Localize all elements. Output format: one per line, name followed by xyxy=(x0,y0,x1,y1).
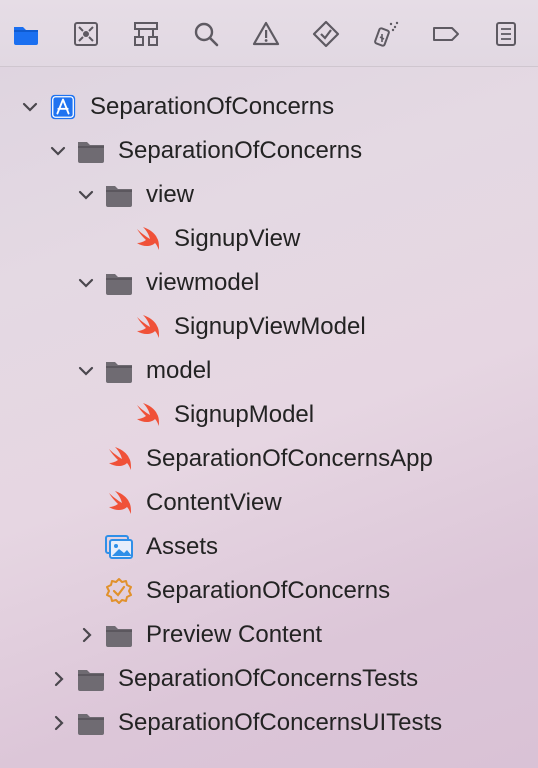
folder-icon[interactable] xyxy=(9,17,43,51)
tree-row-file-signup-model[interactable]: SignupModel xyxy=(0,395,538,435)
tree-row-folder-view[interactable]: view xyxy=(0,175,538,215)
folder-icon xyxy=(75,136,107,166)
swift-file-icon xyxy=(132,224,164,254)
tree-row-project[interactable]: SeparationOfConcerns xyxy=(0,87,538,127)
swift-file-icon xyxy=(104,488,136,518)
tree-label: SeparationOfConcernsApp xyxy=(146,445,433,472)
chevron-right-icon[interactable] xyxy=(77,625,97,645)
chevron-down-icon[interactable] xyxy=(76,273,96,293)
tree-label: SignupViewModel xyxy=(174,313,366,340)
symbol-hierarchy-icon[interactable] xyxy=(129,17,163,51)
tree-label: SignupView xyxy=(174,225,301,252)
source-control-icon[interactable] xyxy=(69,17,103,51)
chevron-down-icon[interactable] xyxy=(76,185,96,205)
warning-icon[interactable] xyxy=(249,17,283,51)
test-diamond-icon[interactable] xyxy=(309,17,343,51)
chevron-right-icon[interactable] xyxy=(49,669,69,689)
chevron-down-icon[interactable] xyxy=(48,141,68,161)
tree-label: model xyxy=(146,357,212,384)
tree-label: SeparationOfConcernsTests xyxy=(118,665,419,692)
entitlements-seal-icon xyxy=(103,576,135,606)
tree-row-file-signup-view[interactable]: SignupView xyxy=(0,219,538,259)
folder-icon xyxy=(103,356,135,386)
tree-row-file-assets[interactable]: Assets xyxy=(0,527,538,567)
xcode-project-icon xyxy=(47,92,79,122)
folder-icon xyxy=(103,180,135,210)
swift-file-icon xyxy=(132,400,164,430)
swift-file-icon xyxy=(104,444,136,474)
tree-label: SeparationOfConcerns xyxy=(146,577,391,604)
tree-row-file-entitlements[interactable]: SeparationOfConcerns xyxy=(0,571,538,611)
search-icon[interactable] xyxy=(189,17,223,51)
tree-label: ContentView xyxy=(146,489,282,516)
chevron-down-icon[interactable] xyxy=(76,361,96,381)
tree-label: view xyxy=(146,181,195,208)
tree-label: SeparationOfConcerns xyxy=(118,137,363,164)
tree-row-group-ui-tests[interactable]: SeparationOfConcernsUITests xyxy=(0,703,538,743)
tree-row-file-app[interactable]: SeparationOfConcernsApp xyxy=(0,439,538,479)
tree-row-folder-model[interactable]: model xyxy=(0,351,538,391)
breakpoint-tag-icon[interactable] xyxy=(429,17,463,51)
folder-icon xyxy=(103,620,135,650)
tree-row-file-signup-view-model[interactable]: SignupViewModel xyxy=(0,307,538,347)
chevron-down-icon[interactable] xyxy=(20,97,40,117)
tree-label: viewmodel xyxy=(146,269,260,296)
chevron-right-icon[interactable] xyxy=(49,713,69,733)
tree-label: Preview Content xyxy=(146,621,323,648)
folder-icon xyxy=(103,268,135,298)
folder-icon xyxy=(75,664,107,694)
tree-label: SignupModel xyxy=(174,401,315,428)
folder-icon xyxy=(75,708,107,738)
tree-row-group-tests[interactable]: SeparationOfConcernsTests xyxy=(0,659,538,699)
tree-row-folder-preview[interactable]: Preview Content xyxy=(0,615,538,655)
tree-row-file-content-view[interactable]: ContentView xyxy=(0,483,538,523)
tree-row-group-main[interactable]: SeparationOfConcerns xyxy=(0,131,538,171)
swift-file-icon xyxy=(132,312,164,342)
debug-spray-icon[interactable] xyxy=(369,17,403,51)
tree-label: SeparationOfConcernsUITests xyxy=(118,709,443,736)
tree-label: SeparationOfConcerns xyxy=(90,93,335,120)
tree-row-folder-viewmodel[interactable]: viewmodel xyxy=(0,263,538,303)
assets-catalog-icon xyxy=(103,532,135,562)
report-list-icon[interactable] xyxy=(489,17,523,51)
navigator-toolbar xyxy=(0,0,538,67)
tree-label: Assets xyxy=(146,533,219,560)
